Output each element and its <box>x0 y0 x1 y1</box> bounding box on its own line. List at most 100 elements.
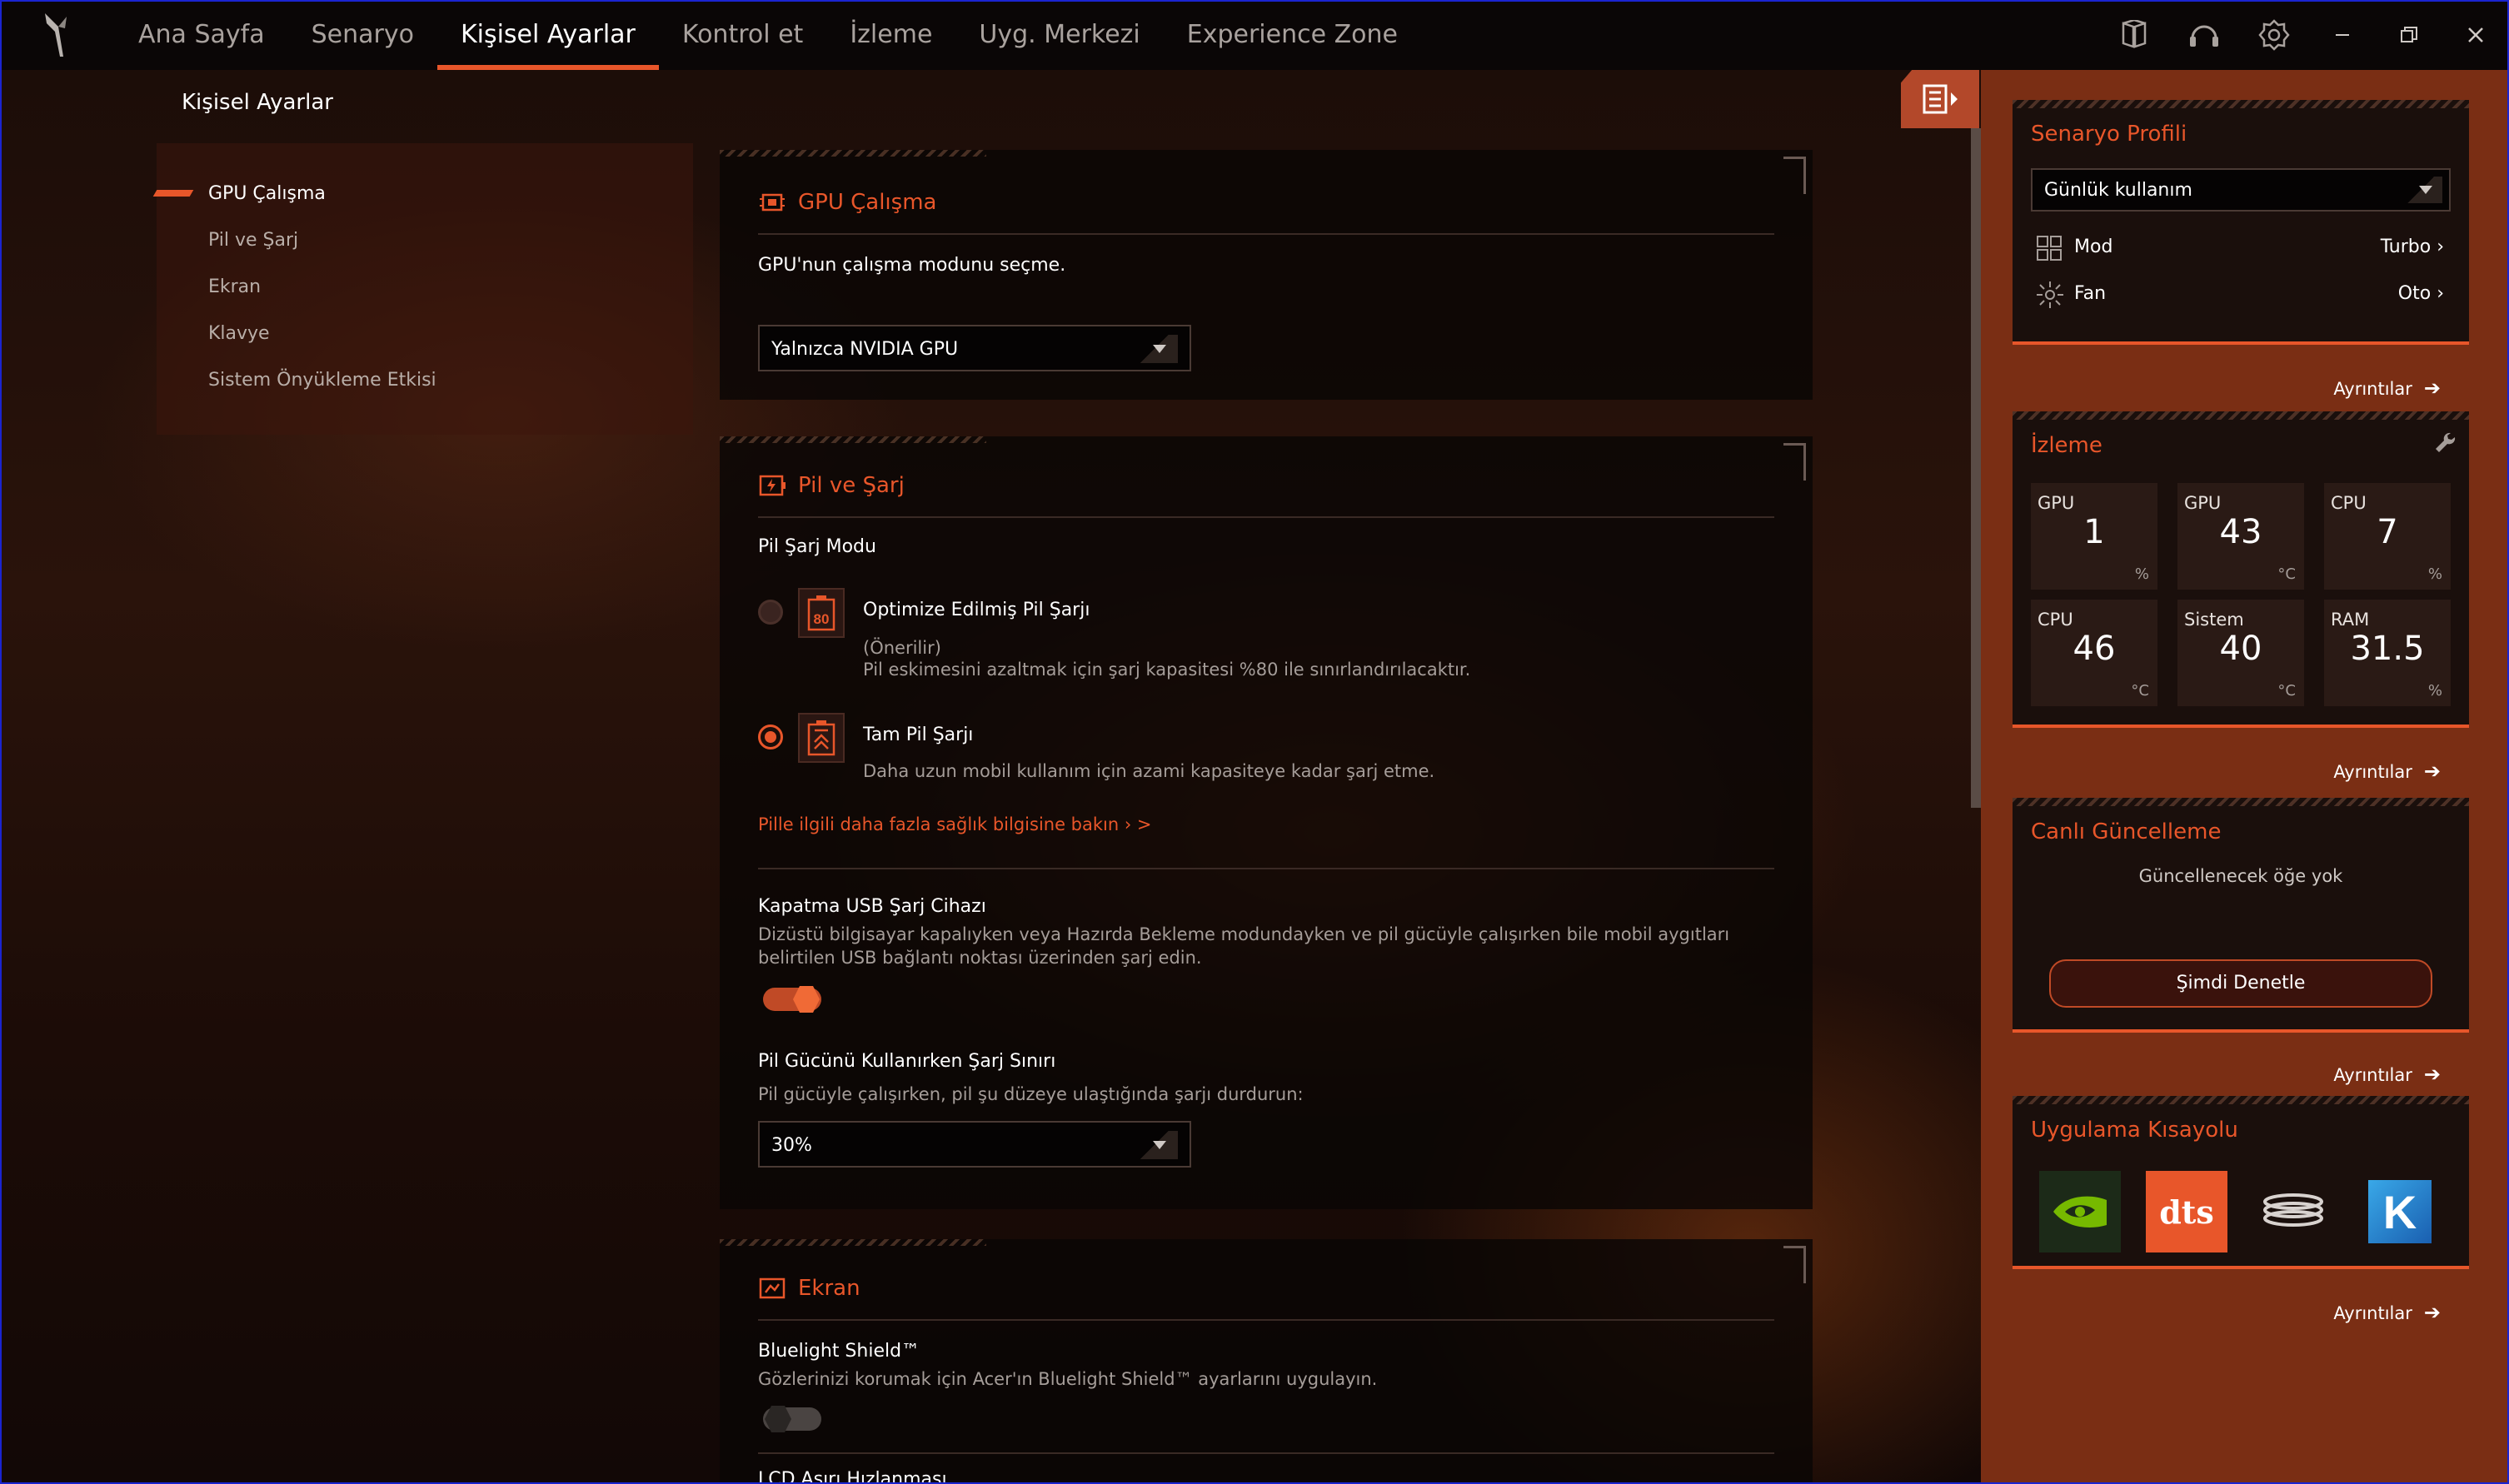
mode-label: Mod <box>2074 237 2113 257</box>
monitoring-details-link[interactable]: Ayrıntılar ➔ <box>2333 759 2441 783</box>
bluelight-toggle[interactable] <box>763 1407 821 1431</box>
sidemenu-item-battery[interactable]: Pil ve Şarj <box>208 230 298 251</box>
display-card-title: Ekran <box>798 1276 860 1301</box>
close-icon[interactable] <box>2442 0 2509 70</box>
fan-row[interactable]: Fan Oto › <box>2036 278 2444 311</box>
tab-experience-zone[interactable]: Experience Zone <box>1164 0 1421 70</box>
dts-icon[interactable]: dts <box>2146 1171 2227 1252</box>
metric-system-temp: Sistem 40 °C <box>2177 600 2304 706</box>
wrench-icon[interactable] <box>2432 430 2457 455</box>
card-accent-rule <box>2013 341 2469 345</box>
divider <box>758 1452 1774 1454</box>
metric-value: 40 <box>2219 630 2262 668</box>
divider <box>758 868 1774 869</box>
content-scrollbar[interactable] <box>1971 128 1981 808</box>
tab-scenario[interactable]: Senaryo <box>288 0 437 70</box>
metric-unit: % <box>2427 565 2442 583</box>
charge-limit-select[interactable]: 30% <box>758 1121 1191 1168</box>
details-label: Ayrıntılar <box>2333 379 2412 399</box>
display-icon <box>759 1277 786 1299</box>
battery-full-icon <box>798 713 845 763</box>
battery-80-icon: 80 <box>798 588 845 638</box>
card-accent-rule <box>2013 1029 2469 1033</box>
shortcuts-details-link[interactable]: Ayrıntılar ➔ <box>2333 1301 2441 1324</box>
headset-icon[interactable] <box>2169 0 2239 70</box>
tab-monitoring[interactable]: İzleme <box>826 0 955 70</box>
nvidia-icon[interactable] <box>2039 1171 2121 1252</box>
gpu-card: GPU Çalışma GPU'nun çalışma modunu seçme… <box>720 150 1813 400</box>
optimized-charge-desc: Pil eskimesini azaltmak için şarj kapasi… <box>863 660 1471 680</box>
book-icon[interactable] <box>2099 0 2169 70</box>
gpu-mode-select[interactable]: Yalnızca NVIDIA GPU <box>758 325 1191 371</box>
live-update-details-link[interactable]: Ayrıntılar ➔ <box>2333 1063 2441 1086</box>
live-update-title: Canlı Güncelleme <box>2031 819 2222 844</box>
sidemenu-item-display[interactable]: Ekran <box>208 276 261 297</box>
top-nav: Ana Sayfa Senaryo Kişisel Ayarlar Kontro… <box>0 0 2509 70</box>
right-panel: Senaryo Profili Günlük kullanım Mod Turb… <box>1981 70 2509 1484</box>
metric-gpu-usage: GPU 1 % <box>2031 483 2157 590</box>
details-label: Ayrıntılar <box>2333 1065 2412 1085</box>
usb-charge-toggle[interactable] <box>763 988 821 1011</box>
sidemenu-item-gpu[interactable]: GPU Çalışma <box>208 183 326 204</box>
divider <box>758 233 1774 235</box>
tab-home[interactable]: Ana Sayfa <box>115 0 288 70</box>
gear-icon[interactable] <box>2239 0 2309 70</box>
arrow-right-icon: ➔ <box>2423 376 2441 400</box>
scenario-profile-value: Günlük kullanım <box>2044 180 2192 201</box>
optimized-charge-radio[interactable] <box>758 600 783 625</box>
predator-logo[interactable] <box>42 12 70 58</box>
card-accent-rule <box>2013 725 2469 728</box>
chevron-down-icon <box>1131 1131 1178 1159</box>
scenario-profile-card: Senaryo Profili Günlük kullanım Mod Turb… <box>2013 100 2469 400</box>
details-label: Ayrıntılar <box>2333 1303 2412 1323</box>
metric-value: 1 <box>2083 513 2105 551</box>
gpu-card-header: GPU Çalışma <box>758 190 936 215</box>
metric-cpu-temp: CPU 46 °C <box>2031 600 2157 706</box>
optimized-charge-recommended: (Önerilir) <box>863 638 941 658</box>
sidemenu-item-keyboard[interactable]: Klavye <box>208 323 270 344</box>
minimize-icon[interactable] <box>2309 0 2376 70</box>
monitoring-card: İzleme GPU 1 % GPU 43 °C CPU 7 % CPU 46 … <box>2013 411 2469 783</box>
metric-unit: °C <box>2277 682 2296 700</box>
metric-unit: °C <box>2277 565 2296 583</box>
acer-coil-icon[interactable] <box>2252 1171 2334 1252</box>
panel-collapse-button[interactable] <box>1901 70 1979 128</box>
metric-label: CPU <box>2038 610 2073 630</box>
panel-toggle-icon <box>1923 84 1958 114</box>
no-updates-text: Güncellenecek öğe yok <box>2138 866 2343 886</box>
settings-content: GPU Çalışma GPU'nun çalışma modunu seçme… <box>720 143 1813 1484</box>
full-charge-desc: Daha uzun mobil kullanım için azami kapa… <box>863 761 1435 781</box>
main-tabs: Ana Sayfa Senaryo Kişisel Ayarlar Kontro… <box>115 0 1421 70</box>
divider <box>758 1319 1774 1321</box>
restore-icon[interactable] <box>2376 0 2442 70</box>
check-now-button[interactable]: Şimdi Denetle <box>2049 959 2432 1008</box>
card-corner <box>1783 1246 1806 1283</box>
metric-unit: % <box>2427 682 2442 700</box>
details-label: Ayrıntılar <box>2333 762 2412 782</box>
metric-value: 46 <box>2073 630 2116 668</box>
full-charge-radio[interactable] <box>758 725 783 749</box>
metric-label: CPU <box>2331 493 2367 513</box>
tab-app-center[interactable]: Uyg. Merkezi <box>955 0 1163 70</box>
tab-personal-settings[interactable]: Kişisel Ayarlar <box>436 0 659 70</box>
k-app-icon[interactable]: K <box>2359 1171 2441 1252</box>
battery-health-link[interactable]: Pille ilgili daha fazla sağlık bilgisine… <box>758 814 1152 834</box>
divider <box>758 516 1774 518</box>
scenario-profile-select[interactable]: Günlük kullanım <box>2031 168 2451 212</box>
card-accent-rule <box>2013 1266 2469 1269</box>
tab-control[interactable]: Kontrol et <box>659 0 826 70</box>
active-marker <box>152 190 194 197</box>
mode-value: Turbo › <box>2380 237 2444 257</box>
gpu-card-title: GPU Çalışma <box>798 190 937 215</box>
arrow-right-icon: ➔ <box>2423 759 2441 783</box>
arrow-right-icon: ➔ <box>2423 1063 2441 1086</box>
mode-row[interactable]: Mod Turbo › <box>2036 232 2444 265</box>
bluelight-title: Bluelight Shield™ <box>758 1341 920 1362</box>
nav-icons <box>2099 0 2509 70</box>
sidemenu-item-boot-impact[interactable]: Sistem Önyükleme Etkisi <box>208 370 436 391</box>
charge-limit-value: 30% <box>771 1135 812 1156</box>
metric-unit: % <box>2134 565 2149 583</box>
scenario-details-link[interactable]: Ayrıntılar ➔ <box>2333 376 2441 400</box>
fan-label: Fan <box>2074 283 2107 304</box>
gpu-description: GPU'nun çalışma modunu seçme. <box>758 255 1066 276</box>
